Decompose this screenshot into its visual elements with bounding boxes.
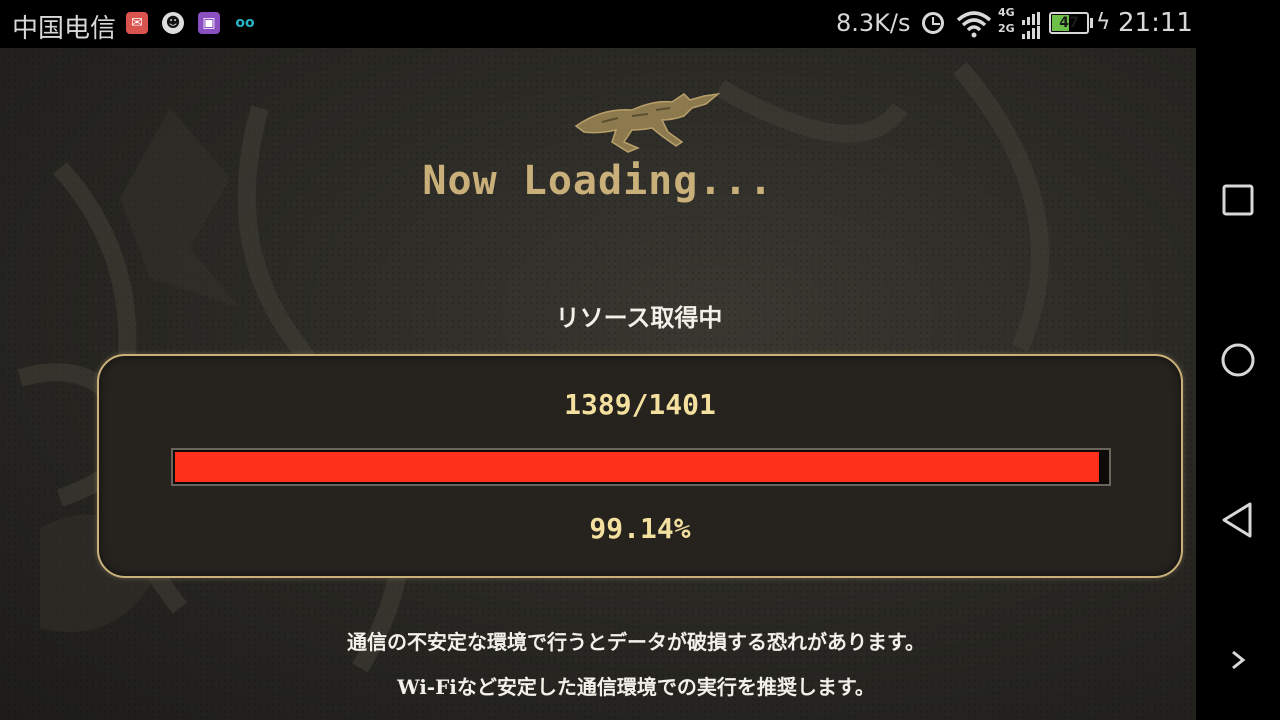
home-button[interactable] — [1218, 340, 1258, 380]
loading-title: Now Loading... — [422, 158, 774, 204]
battery-icon: 47 — [1049, 12, 1089, 34]
qq-penguin-icon: ☻ — [162, 12, 184, 34]
wolf-logo-icon — [574, 92, 721, 153]
carrier-name: 中国电信 — [12, 14, 117, 44]
progress-percent: 99.14% — [589, 512, 691, 545]
progress-count: 1389/1401 — [564, 388, 716, 421]
clock: 21:11 — [1118, 8, 1193, 38]
alarm-icon — [922, 12, 944, 34]
wifi-icon — [956, 11, 992, 38]
network-warning-text: 通信の不安定な環境で行うとデータが破損する恐れがあります。 — [347, 630, 925, 654]
progress-panel: 1389/1401 99.14% — [97, 354, 1183, 578]
back-button[interactable] — [1218, 500, 1258, 540]
mail-icon: ✉ — [126, 12, 148, 34]
network-speed: 8.3K/s — [836, 9, 911, 37]
voicemail-icon: oo — [235, 15, 255, 31]
wifi-recommendation-text: Wi-Fiなど安定した通信環境での実行を推奨します。 — [397, 675, 875, 699]
battery-tip — [1090, 18, 1093, 28]
progress-bar — [171, 448, 1111, 486]
charging-icon: ϟ — [1096, 10, 1111, 35]
resource-status-label: リソース取得中 — [555, 303, 723, 332]
network-type-2g: 2G — [998, 22, 1015, 35]
recent-apps-button[interactable] — [1218, 180, 1258, 220]
expand-nav-button[interactable] — [1218, 642, 1258, 682]
navigation-bar — [1196, 0, 1280, 720]
progress-bar-fill — [175, 452, 1099, 482]
signal-bars-icon — [1022, 12, 1040, 39]
battery-level: 47 — [1059, 15, 1079, 31]
game-loading-screen: Now Loading... リソース取得中 1389/1401 99.14% … — [0, 48, 1196, 720]
network-type-4g: 4G — [998, 6, 1015, 19]
status-bar: 中国电信 ✉ ☻ ▣ oo 8.3K/s 4G 2G 47 ϟ 21:11 — [0, 0, 1196, 48]
gallery-icon: ▣ — [198, 12, 220, 34]
